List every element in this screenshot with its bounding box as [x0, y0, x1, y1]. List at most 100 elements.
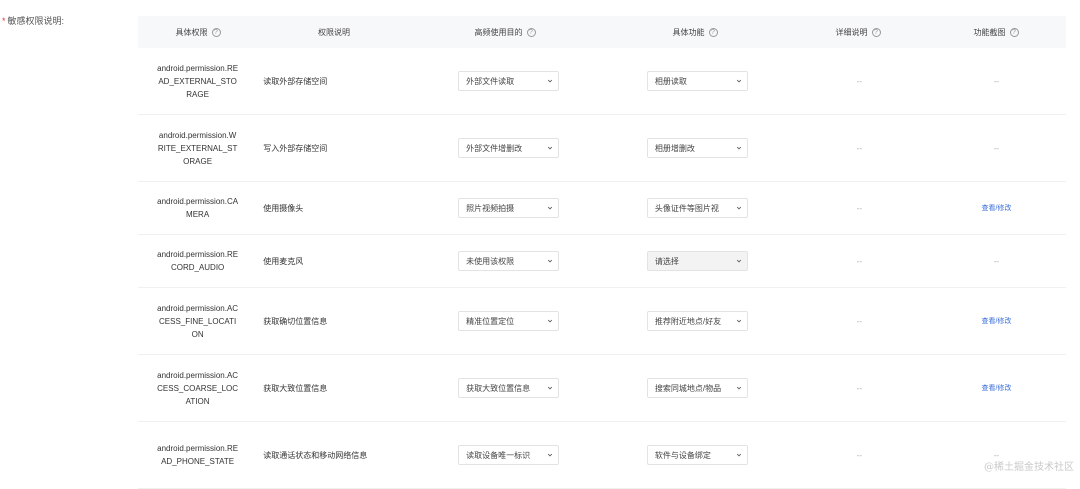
table-body: android.permission.READ_EXTERNAL_STORAGE… [138, 48, 1066, 489]
help-icon[interactable]: ? [211, 27, 221, 37]
permission-description: 获取确切位置信息 [263, 316, 328, 326]
function-value: 软件与设备绑定 [654, 450, 711, 460]
view-edit-link[interactable]: 查看/修改 [981, 316, 1011, 326]
function-select[interactable]: 推荐附近地点/好友 [646, 311, 748, 331]
description-cell: 获取确切位置信息 [257, 316, 414, 327]
view-edit-link[interactable]: 查看/修改 [981, 203, 1011, 213]
function-value: 搜索同城地点/物品 [654, 383, 722, 393]
help-icon[interactable]: ? [708, 27, 718, 37]
function-select[interactable]: 头像证件等图片视 [646, 198, 748, 218]
detail-value: -- [856, 383, 862, 393]
screenshot-cell: -- [927, 77, 1066, 86]
purpose-value: 照片视频拍摄 [466, 203, 515, 213]
function-value: 推荐附近地点/好友 [654, 316, 722, 326]
description-cell: 读取通话状态和移动网络信息 [257, 450, 414, 461]
screenshot-cell: 查看/修改 [927, 203, 1066, 213]
purpose-cell: 获取大致位置信息 [414, 378, 603, 398]
description-cell: 获取大致位置信息 [257, 383, 414, 394]
function-value: 相册增删改 [654, 143, 695, 153]
chevron-down-icon [548, 259, 553, 263]
chevron-down-icon [736, 259, 741, 263]
screenshot-value: -- [993, 76, 1000, 86]
chevron-down-icon [736, 386, 741, 390]
header-permission: 具体权限? [138, 16, 258, 48]
table-header: 具体权限? 权限说明 高频使用目的? 具体功能? 详细说明? 功能截图? [138, 16, 1066, 48]
permission-name: android.permission.READ_PHONE_STATE [157, 444, 239, 466]
detail-value: -- [856, 76, 862, 86]
chevron-down-icon [736, 79, 741, 83]
help-icon[interactable]: ? [871, 27, 881, 37]
header-description: 权限说明 [258, 16, 410, 48]
chevron-down-icon [736, 453, 741, 457]
function-cell: 推荐附近地点/好友 [603, 311, 792, 331]
permission-cell: android.permission.CAMERA [138, 195, 257, 221]
permission-cell: android.permission.ACCESS_COARSE_LOCATIO… [138, 369, 257, 408]
chevron-down-icon [736, 146, 741, 150]
help-icon[interactable]: ? [1009, 27, 1019, 37]
header-label: 权限说明 [318, 27, 350, 37]
required-mark: * [2, 16, 6, 26]
description-cell: 使用麦克风 [257, 256, 414, 267]
screenshot-cell: -- [927, 144, 1066, 153]
detail-cell: -- [792, 257, 927, 266]
permission-name: android.permission.RECORD_AUDIO [157, 250, 239, 272]
detail-value: -- [856, 450, 862, 460]
section-label-text: 敏感权限说明: [7, 16, 65, 26]
screenshot-cell: -- [927, 257, 1066, 266]
description-cell: 读取外部存储空间 [257, 76, 414, 87]
function-select[interactable]: 相册读取 [646, 71, 748, 91]
chevron-down-icon [548, 146, 553, 150]
function-cell: 软件与设备绑定 [603, 445, 792, 465]
purpose-value: 获取大致位置信息 [466, 383, 531, 393]
header-label: 高频使用目的 [474, 27, 523, 37]
table-row: android.permission.RECORD_AUDIO 使用麦克风 未使用该… [138, 235, 1066, 288]
purpose-cell: 外部文件读取 [414, 71, 603, 91]
purpose-select[interactable]: 精准位置定位 [458, 311, 560, 331]
table-row: android.permission.CAMERA 使用摄像头 照片视频拍摄 头像证件… [138, 182, 1066, 235]
function-value: 请选择 [654, 256, 679, 266]
table-row: android.permission.ACCESS_COARSE_LOCATIO… [138, 355, 1066, 422]
screenshot-cell: 查看/修改 [927, 383, 1066, 393]
chevron-down-icon [548, 453, 553, 457]
purpose-value: 外部文件读取 [466, 76, 515, 86]
purpose-cell: 精准位置定位 [414, 311, 603, 331]
table-row: android.permission.READ_EXTERNAL_STORAGE… [138, 48, 1066, 115]
purpose-select[interactable]: 获取大致位置信息 [458, 378, 560, 398]
function-cell: 请选择 [603, 251, 792, 271]
header-detail: 详细说明? [790, 16, 926, 48]
purpose-select[interactable]: 照片视频拍摄 [458, 198, 560, 218]
view-edit-link[interactable]: 查看/修改 [981, 383, 1011, 393]
header-function: 具体功能? [600, 16, 790, 48]
purpose-value: 读取设备唯一标识 [466, 450, 531, 460]
function-select[interactable]: 请选择 [646, 251, 748, 271]
permission-description: 写入外部存储空间 [263, 143, 328, 153]
description-cell: 写入外部存储空间 [257, 143, 414, 154]
function-value: 相册读取 [654, 76, 687, 86]
description-cell: 使用摄像头 [257, 203, 414, 214]
chevron-down-icon [736, 206, 741, 210]
permission-cell: android.permission.WRITE_EXTERNAL_STORAG… [138, 129, 257, 168]
purpose-select[interactable]: 外部文件增删改 [458, 138, 560, 158]
detail-cell: -- [792, 204, 927, 213]
table-row: android.permission.ACCESS_FINE_LOCATION 获… [138, 288, 1066, 355]
function-cell: 相册读取 [603, 71, 792, 91]
chevron-down-icon [548, 206, 553, 210]
help-icon[interactable]: ? [526, 27, 536, 37]
purpose-select[interactable]: 外部文件读取 [458, 71, 560, 91]
function-cell: 头像证件等图片视 [603, 198, 792, 218]
detail-value: -- [856, 256, 862, 266]
function-select[interactable]: 搜索同城地点/物品 [646, 378, 748, 398]
header-label: 具体权限 [175, 27, 208, 37]
permission-description: 使用摄像头 [263, 203, 304, 213]
header-screenshot: 功能截图? [926, 16, 1066, 48]
purpose-select[interactable]: 读取设备唯一标识 [458, 445, 560, 465]
function-select[interactable]: 相册增删改 [646, 138, 748, 158]
permission-description: 使用麦克风 [263, 256, 304, 266]
purpose-select[interactable]: 未使用该权限 [458, 251, 560, 271]
purpose-cell: 外部文件增删改 [414, 138, 603, 158]
chevron-down-icon [548, 319, 553, 323]
header-label: 具体功能 [672, 27, 705, 37]
permission-name: android.permission.WRITE_EXTERNAL_STORAG… [157, 130, 238, 166]
function-select[interactable]: 软件与设备绑定 [646, 445, 748, 465]
function-cell: 搜索同城地点/物品 [603, 378, 792, 398]
